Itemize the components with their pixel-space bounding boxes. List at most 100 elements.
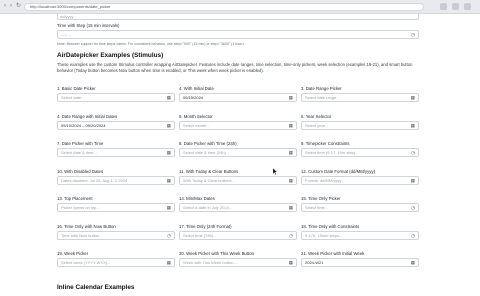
- field-label: 13. Top Placement: [57, 196, 93, 201]
- calendar-icon[interactable]: ▦: [411, 260, 415, 266]
- datepicker-input[interactable]: Select week (YYYY-WXX)... ▦: [57, 258, 175, 267]
- field-label: 11. With Today & Clear Buttons: [179, 168, 239, 174]
- field-label: 21. Week Picker with Initial Week: [301, 251, 365, 256]
- calendar-icon[interactable]: ▦: [289, 150, 293, 156]
- datepicker-input[interactable]: Select date & time (24h)... ▦: [179, 148, 297, 157]
- datepicker-input[interactable]: Select date range... ▦: [301, 93, 419, 102]
- time-step-placeholder: --:-- --: [61, 32, 72, 37]
- field-label: 10. With Disabled Dates: [57, 168, 104, 174]
- datepicker-input[interactable]: Picker opens on top... ▦: [57, 203, 175, 212]
- calendar-icon[interactable]: ▦: [289, 178, 293, 184]
- calendar-icon[interactable]: ▦: [167, 205, 171, 211]
- field-label: 19. Week Picker: [57, 251, 89, 256]
- date-input-partial[interactable]: dd/yyyy: [57, 14, 419, 20]
- datepicker-input[interactable]: Select date & time... ▦: [57, 148, 175, 157]
- datepicker-input[interactable]: Select time... ◷: [301, 203, 419, 212]
- field-label: 1. Basic Date Picker: [57, 86, 96, 91]
- calendar-icon[interactable]: ▦: [167, 95, 171, 101]
- datepicker-value: Format: dd/MM/yyyy...: [305, 177, 345, 183]
- clock-icon[interactable]: ◷: [411, 233, 415, 239]
- calendar-icon[interactable]: ▦: [289, 123, 293, 129]
- datepicker-value: Time with Now button...: [61, 232, 103, 238]
- extension-icon[interactable]: [452, 3, 459, 10]
- datepicker-value: Select date & time...: [61, 150, 97, 155]
- calendar-icon[interactable]: ▦: [411, 178, 415, 184]
- field-label: 7. Date Picker with Time: [57, 141, 104, 146]
- datepicker-value: With Today & Clear buttons...: [183, 177, 235, 183]
- clock-icon[interactable]: ◷: [289, 233, 293, 239]
- calendar-icon[interactable]: ▦: [167, 150, 171, 156]
- calendar-icon[interactable]: ▦: [411, 123, 415, 129]
- datepicker-value: Select time (24h)...: [183, 232, 217, 238]
- time-step-label: Time with Step (15 min intervals): [57, 23, 120, 28]
- section-description: These examples use the custom Stimulus c…: [57, 62, 413, 73]
- time-step-help: Note: Browser support for time steps var…: [57, 42, 244, 46]
- field-label: 3. Date Range Picker: [301, 86, 342, 91]
- datepicker-value: Select month...: [183, 122, 210, 128]
- calendar-icon[interactable]: ▦: [289, 260, 293, 266]
- datepicker-input[interactable]: Format: dd/MM/yyyy... ▦: [301, 175, 419, 185]
- clock-icon[interactable]: ◷: [411, 205, 415, 211]
- datepicker-input[interactable]: Week with This Week button... ▦: [179, 258, 297, 267]
- mouse-cursor-icon: [273, 168, 277, 175]
- field-label: 20. Week Picker with This Week Button: [179, 251, 254, 256]
- clock-icon[interactable]: ◷: [411, 32, 415, 38]
- datepicker-input[interactable]: Select date... ▦: [57, 93, 175, 102]
- datepicker-value: 09/15/2024: [183, 95, 204, 100]
- datepicker-value: Select date...: [61, 95, 85, 100]
- datepicker-input[interactable]: 09/15/2024 ▦: [179, 93, 297, 102]
- section-title-airdatepicker: AirDatepicker Examples (Stimulus): [57, 52, 164, 59]
- datepicker-value: Select year...: [305, 122, 329, 128]
- back-icon[interactable]: ‹: [4, 3, 9, 9]
- datepicker-value: Select a date in July 2024...: [183, 205, 233, 210]
- field-label: 5. Month Selector: [179, 113, 213, 119]
- profile-icon[interactable]: [464, 3, 471, 10]
- calendar-icon[interactable]: ▦: [167, 123, 171, 129]
- datepicker-value: Select week (YYYY-WXX)...: [61, 260, 111, 265]
- datepicker-input[interactable]: Dates disabled: Jul 25, Aug 1, 2 2024 ▦: [57, 175, 175, 185]
- datepicker-value: Picker opens on top...: [61, 205, 100, 210]
- datepicker-value: Week with This Week button...: [183, 260, 237, 265]
- field-label: 15. Time Only Picker: [301, 196, 341, 201]
- calendar-icon[interactable]: ▦: [289, 95, 293, 101]
- calendar-icon[interactable]: ▦: [289, 205, 293, 211]
- datepicker-input[interactable]: Time with Now button... ◷: [57, 230, 175, 240]
- calendar-icon[interactable]: ▦: [167, 178, 171, 184]
- datepicker-input[interactable]: 2024-W21 ▦: [301, 258, 419, 267]
- page-viewport: dd/yyyy Time with Step (15 min intervals…: [0, 14, 480, 296]
- datepicker-input[interactable]: 09/10/2024 – 09/20/2024 ▦: [57, 120, 175, 130]
- field-label: 4. With Initial Date: [179, 86, 214, 91]
- datepicker-value: Select date range...: [305, 95, 340, 100]
- time-step-input[interactable]: --:-- -- ◷: [57, 30, 419, 39]
- datepicker-value: 2024-W21: [305, 260, 324, 265]
- clock-icon[interactable]: ◷: [411, 150, 415, 156]
- datepicker-input[interactable]: Select month... ▦: [179, 120, 297, 130]
- datepicker-input[interactable]: 9-17h, 15min steps... ◷: [301, 230, 419, 240]
- datepicker-input[interactable]: With Today & Clear buttons... ▦: [179, 175, 297, 185]
- field-label: 8. Date Picker with Time (24h): [179, 141, 237, 146]
- address-bar[interactable]: http://localhost:3000/components/date_pi…: [24, 3, 424, 11]
- clock-icon[interactable]: ◷: [167, 233, 171, 239]
- datepicker-input[interactable]: Select time (9-17, 15m step)... ◷: [301, 148, 419, 157]
- datepicker-value: 9-17h, 15min steps...: [305, 232, 343, 238]
- datepicker-value: Select time...: [305, 205, 329, 210]
- field-label: 4. Date Range with Initial Dates: [57, 113, 118, 119]
- datepicker-input[interactable]: Select a date in July 2024... ▦: [179, 203, 297, 212]
- calendar-icon[interactable]: ▦: [411, 95, 415, 101]
- datepicker-input[interactable]: Select time (24h)... ◷: [179, 230, 297, 240]
- browser-toolbar: ‹ › ↻ http://localhost:3000/components/d…: [0, 0, 480, 14]
- field-label: 18. Time Only with Constraints: [301, 223, 360, 229]
- field-label: 14. Min/Max Dates: [179, 196, 215, 201]
- field-label: 9. Timepicker Constraints: [301, 141, 350, 146]
- datepicker-value: Select time (9-17, 15m step)...: [305, 150, 359, 155]
- reload-icon[interactable]: ↻: [16, 3, 21, 9]
- field-label: 17. Time Only (24h Format): [179, 223, 232, 229]
- field-label: 6. Year Selector: [301, 113, 332, 119]
- datepicker-input[interactable]: Select year... ▦: [301, 120, 419, 130]
- field-label: 12. Custom Date Format (dd/MM/yyyy): [301, 168, 376, 174]
- datepicker-value: 09/10/2024 – 09/20/2024: [61, 122, 106, 128]
- calendar-icon[interactable]: ▦: [167, 260, 171, 266]
- forward-icon[interactable]: ›: [10, 3, 15, 9]
- extension-icon[interactable]: [440, 3, 447, 10]
- datepicker-value: Dates disabled: Jul 25, Aug 1, 2 2024: [61, 177, 128, 183]
